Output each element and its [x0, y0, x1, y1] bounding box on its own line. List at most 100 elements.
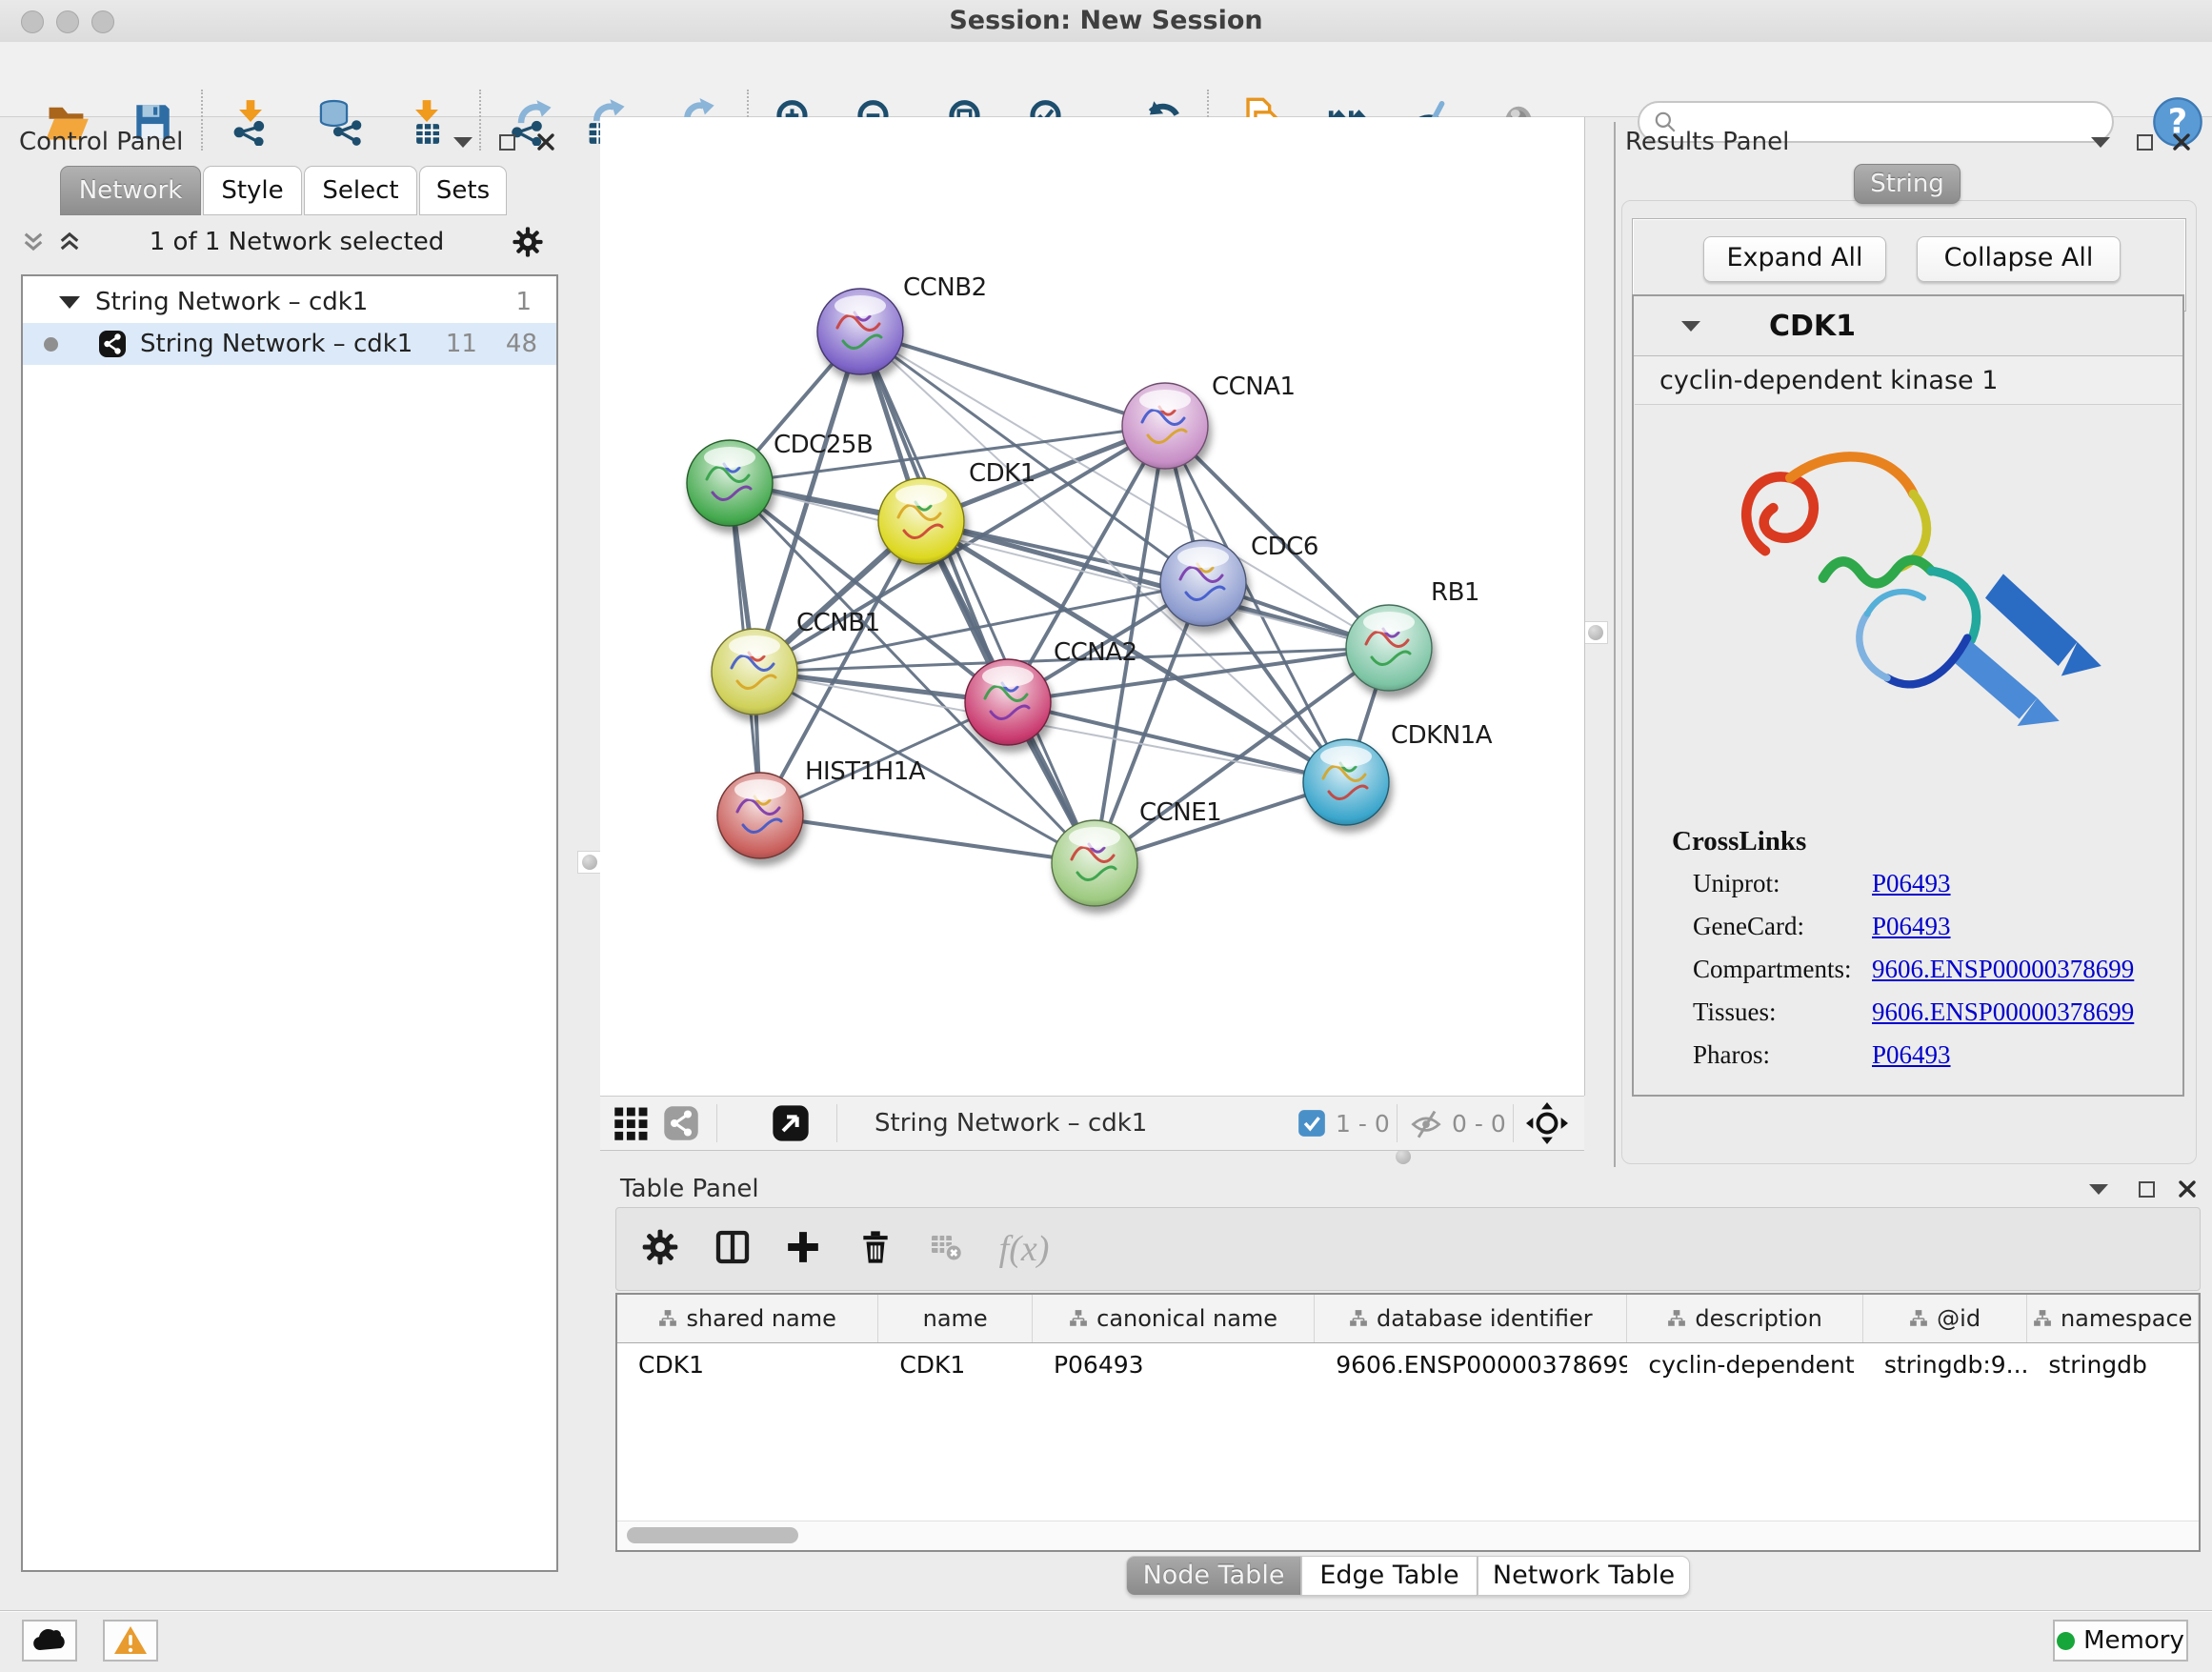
table-cell[interactable]: cyclin-dependent ...	[1627, 1343, 1862, 1385]
network-row-label: String Network – cdk1	[140, 330, 412, 358]
column-header-namespace[interactable]: namespace	[2027, 1295, 2199, 1342]
show-columns-button[interactable]	[714, 1228, 752, 1270]
column-header-label: @id	[1937, 1305, 1981, 1332]
shared-column-icon	[1667, 1309, 1686, 1328]
table-cell[interactable]: CDK1	[878, 1343, 1033, 1385]
pan-tool-button[interactable]	[1526, 1097, 1568, 1150]
network-collection-label: String Network – cdk1	[95, 288, 368, 316]
results-panel-title: Results Panel	[1625, 128, 1789, 156]
network-node[interactable]	[1122, 383, 1208, 469]
results-panel: Results Panel String Expand All Collapse…	[1614, 122, 2201, 1167]
delete-table-icon	[929, 1230, 963, 1264]
table-cell[interactable]: P06493	[1033, 1343, 1315, 1385]
crosslink-value-link[interactable]: P06493	[1872, 912, 1951, 955]
column-header-database-identifier[interactable]: database identifier	[1315, 1295, 1627, 1342]
table-cell[interactable]: 9606.ENSP00000378699	[1315, 1343, 1627, 1385]
tab-node-table[interactable]: Node Table	[1126, 1556, 1301, 1596]
birds-eye-toggle-button[interactable]	[772, 1097, 810, 1150]
collapse-all-chevrons-icon[interactable]	[57, 230, 82, 254]
tab-string[interactable]: String	[1854, 164, 1961, 204]
horizontal-scrollbar[interactable]	[617, 1521, 2199, 1550]
tab-style[interactable]: Style	[203, 166, 302, 215]
left-splitter-handle[interactable]	[577, 851, 602, 874]
node-label: CDC25B	[774, 431, 873, 459]
birds-eye-icon	[772, 1104, 810, 1142]
network-node[interactable]	[1160, 540, 1246, 626]
tab-select[interactable]: Select	[304, 166, 417, 215]
create-column-button[interactable]	[785, 1229, 821, 1269]
panel-menu-caret-icon[interactable]	[2089, 1184, 2108, 1195]
crosslink-value-link[interactable]: 9606.ENSP00000378699	[1872, 955, 2134, 997]
network-collection-row[interactable]: String Network – cdk1 1	[23, 281, 556, 323]
network-node[interactable]	[717, 773, 803, 858]
network-node[interactable]	[965, 659, 1051, 745]
string-results-content: Expand All Collapse All CDK1 cyclin-depe…	[1621, 200, 2197, 1164]
table-header-row: shared name namecanonical namedatabase id…	[617, 1295, 2199, 1343]
network-options-gear-icon[interactable]	[512, 226, 544, 258]
network-node[interactable]	[817, 289, 903, 374]
right-splitter-handle[interactable]	[1583, 621, 1608, 644]
network-node[interactable]	[712, 629, 797, 715]
column-header-shared-name[interactable]: shared name	[617, 1295, 878, 1342]
panel-close-icon[interactable]	[536, 132, 555, 151]
crosslink-row: Tissues:9606.ENSP00000378699	[1634, 997, 2182, 1040]
expand-all-button[interactable]: Expand All	[1703, 236, 1886, 282]
network-node[interactable]	[1303, 739, 1389, 825]
bottom-splitter-handle[interactable]	[1396, 1149, 1411, 1164]
function-builder-disabled: f(x)	[999, 1228, 1050, 1270]
tree-expand-icon[interactable]	[59, 296, 80, 309]
grid-view-button[interactable]	[613, 1097, 650, 1150]
crosslink-value-link[interactable]: P06493	[1872, 869, 1951, 912]
columns-icon	[714, 1228, 752, 1266]
panel-float-button[interactable]	[2139, 1181, 2155, 1198]
panel-menu-caret-icon[interactable]	[2091, 137, 2110, 148]
tab-edge-table[interactable]: Edge Table	[1301, 1556, 1478, 1596]
crosslink-label: Pharos:	[1693, 1040, 1872, 1083]
network-node[interactable]	[878, 478, 964, 564]
column-header-description[interactable]: description	[1627, 1295, 1862, 1342]
cloud-status-button[interactable]	[22, 1620, 77, 1662]
memory-button[interactable]: Memory	[2053, 1620, 2188, 1662]
network-row-selected[interactable]: String Network – cdk1 11 48	[23, 323, 556, 365]
panel-menu-caret-icon[interactable]	[453, 137, 473, 148]
panel-float-button[interactable]	[499, 134, 515, 151]
table-cell[interactable]: stringdb:9...	[1863, 1343, 2028, 1385]
trash-icon	[857, 1229, 894, 1265]
delete-column-button[interactable]	[857, 1229, 894, 1269]
table-cell[interactable]: stringdb	[2027, 1343, 2199, 1385]
table-row[interactable]: CDK1CDK1P064939606.ENSP00000378699cyclin…	[617, 1343, 2199, 1385]
delete-table-button-disabled	[929, 1230, 963, 1268]
column-header--id[interactable]: @id	[1863, 1295, 2028, 1342]
tab-sets[interactable]: Sets	[419, 166, 507, 215]
gene-section-header[interactable]: CDK1	[1634, 296, 2182, 356]
node-label: CCNE1	[1139, 798, 1221, 827]
column-header-canonical-name[interactable]: canonical name	[1033, 1295, 1315, 1342]
crosslink-value-link[interactable]: P06493	[1872, 1040, 1951, 1083]
network-view-button[interactable]	[663, 1097, 699, 1150]
network-edge[interactable]	[760, 816, 1095, 863]
crosslink-value-link[interactable]: 9606.ENSP00000378699	[1872, 997, 2134, 1040]
tab-network[interactable]: Network	[60, 166, 201, 215]
panel-close-icon[interactable]	[2172, 132, 2191, 151]
table-settings-button[interactable]	[641, 1228, 679, 1270]
network-canvas[interactable]: CCNB2CCNA1CDC25BCDK1CDC6RB1CCNB1CCNA2CDK…	[600, 117, 1585, 1096]
panel-close-icon[interactable]	[2178, 1179, 2197, 1199]
column-header-name[interactable]: name	[878, 1295, 1033, 1342]
section-collapse-icon[interactable]	[1681, 321, 1700, 332]
column-header-label: shared name	[686, 1305, 835, 1332]
network-node[interactable]	[1052, 820, 1137, 906]
warning-icon	[113, 1625, 148, 1656]
panel-float-button[interactable]	[2137, 134, 2153, 151]
node-label: CCNB2	[903, 273, 987, 302]
table-cell[interactable]: CDK1	[617, 1343, 878, 1385]
network-edge[interactable]	[860, 332, 1165, 426]
warnings-button[interactable]	[103, 1620, 158, 1662]
crosslink-label: GeneCard:	[1693, 912, 1872, 955]
expand-all-chevrons-icon[interactable]	[21, 230, 46, 254]
network-node[interactable]	[1346, 605, 1432, 691]
collapse-all-button[interactable]: Collapse All	[1917, 236, 2121, 282]
node-label: CDKN1A	[1391, 721, 1493, 750]
scrollbar-thumb[interactable]	[627, 1527, 798, 1543]
tab-network-table[interactable]: Network Table	[1478, 1556, 1690, 1596]
network-node[interactable]	[687, 440, 773, 526]
